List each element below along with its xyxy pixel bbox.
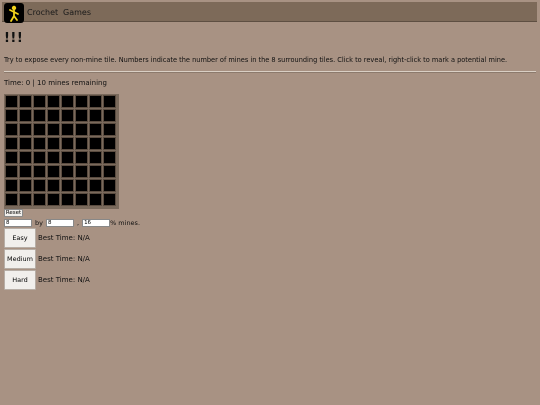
board-tile[interactable] bbox=[33, 109, 46, 122]
board-tile[interactable] bbox=[5, 95, 18, 108]
board-tile[interactable] bbox=[33, 95, 46, 108]
divider bbox=[4, 71, 536, 73]
board-tile[interactable] bbox=[89, 165, 102, 178]
board-tile[interactable] bbox=[75, 193, 88, 206]
board-tile[interactable] bbox=[75, 109, 88, 122]
board-tile[interactable] bbox=[89, 151, 102, 164]
nav-link-games[interactable]: Games bbox=[63, 8, 91, 17]
board-tile[interactable] bbox=[5, 179, 18, 192]
board-tile[interactable] bbox=[61, 151, 74, 164]
board-tile[interactable] bbox=[103, 109, 116, 122]
nav-link-crochet[interactable]: Crochet bbox=[27, 8, 58, 17]
by-label: by bbox=[35, 218, 43, 227]
board-tile[interactable] bbox=[33, 193, 46, 206]
percent-mines-label: % mines. bbox=[110, 218, 141, 227]
board-tile[interactable] bbox=[61, 109, 74, 122]
board-tile[interactable] bbox=[5, 137, 18, 150]
board-tile[interactable] bbox=[47, 95, 60, 108]
board-tile[interactable] bbox=[33, 179, 46, 192]
board-tile[interactable] bbox=[47, 109, 60, 122]
board-tile[interactable] bbox=[75, 151, 88, 164]
board-tile[interactable] bbox=[89, 123, 102, 136]
board-tile[interactable] bbox=[89, 137, 102, 150]
medium-button[interactable]: Medium bbox=[4, 249, 36, 269]
medium-best-time: Best Time: N/A bbox=[38, 255, 90, 263]
board-tile[interactable] bbox=[75, 137, 88, 150]
time-value: 0 bbox=[25, 79, 31, 87]
board-tile[interactable] bbox=[19, 151, 32, 164]
level-row-easy: Easy Best Time: N/A bbox=[4, 228, 90, 248]
board-tile[interactable] bbox=[61, 123, 74, 136]
board-tile[interactable] bbox=[75, 179, 88, 192]
board-tile[interactable] bbox=[19, 179, 32, 192]
board-tile[interactable] bbox=[61, 165, 74, 178]
mine-percent-input[interactable] bbox=[82, 218, 111, 227]
board-tile[interactable] bbox=[61, 95, 74, 108]
minesweeper-board bbox=[4, 94, 119, 209]
board-tile[interactable] bbox=[103, 179, 116, 192]
mines-remaining-label: mines remaining bbox=[48, 79, 107, 87]
board-tile[interactable] bbox=[89, 193, 102, 206]
board-tile[interactable] bbox=[103, 95, 116, 108]
board-tile[interactable] bbox=[19, 165, 32, 178]
board-tile[interactable] bbox=[75, 165, 88, 178]
hard-button[interactable]: Hard bbox=[4, 270, 36, 290]
status-separator: | bbox=[32, 79, 35, 87]
time-label: Time: bbox=[4, 79, 24, 87]
board-tile[interactable] bbox=[89, 95, 102, 108]
figure-logo-icon[interactable] bbox=[4, 3, 24, 23]
board-tile[interactable] bbox=[5, 109, 18, 122]
top-navbar: Crochet Games bbox=[2, 2, 537, 23]
page-title: !!! bbox=[4, 31, 24, 46]
board-tile[interactable] bbox=[47, 151, 60, 164]
board-tile[interactable] bbox=[47, 137, 60, 150]
board-tile[interactable] bbox=[19, 137, 32, 150]
board-tile[interactable] bbox=[47, 193, 60, 206]
board-tile[interactable] bbox=[103, 151, 116, 164]
board-tile[interactable] bbox=[75, 95, 88, 108]
board-config: by , % mines. bbox=[4, 218, 140, 227]
board-tile[interactable] bbox=[103, 193, 116, 206]
board-tile[interactable] bbox=[89, 179, 102, 192]
board-tile[interactable] bbox=[61, 179, 74, 192]
board-tile[interactable] bbox=[47, 165, 60, 178]
mines-remaining-count: 10 bbox=[37, 79, 46, 87]
level-row-hard: Hard Best Time: N/A bbox=[4, 270, 90, 290]
board-tile[interactable] bbox=[5, 193, 18, 206]
game-status: Time: 0 | 10 mines remaining bbox=[4, 79, 107, 87]
board-tile[interactable] bbox=[75, 123, 88, 136]
board-height-input[interactable] bbox=[45, 218, 74, 227]
board-tile[interactable] bbox=[5, 123, 18, 136]
board-tile[interactable] bbox=[33, 165, 46, 178]
board-tile[interactable] bbox=[103, 165, 116, 178]
board-tile[interactable] bbox=[47, 179, 60, 192]
board-tile[interactable] bbox=[33, 151, 46, 164]
board-tile[interactable] bbox=[19, 95, 32, 108]
board-tile[interactable] bbox=[89, 109, 102, 122]
board-tile[interactable] bbox=[103, 137, 116, 150]
comma-label: , bbox=[76, 218, 80, 227]
board-tile[interactable] bbox=[19, 109, 32, 122]
board-tile[interactable] bbox=[103, 123, 116, 136]
reset-button[interactable]: Reset bbox=[4, 209, 23, 217]
board-tile[interactable] bbox=[33, 123, 46, 136]
board-tile[interactable] bbox=[47, 123, 60, 136]
board-tile[interactable] bbox=[33, 137, 46, 150]
game-instructions: Try to expose every non-mine tile. Numbe… bbox=[4, 56, 508, 64]
easy-best-time: Best Time: N/A bbox=[38, 234, 90, 242]
hard-best-time: Best Time: N/A bbox=[38, 276, 90, 284]
board-tile[interactable] bbox=[19, 193, 32, 206]
board-tile[interactable] bbox=[19, 123, 32, 136]
board-tile[interactable] bbox=[5, 165, 18, 178]
level-row-medium: Medium Best Time: N/A bbox=[4, 249, 90, 269]
board-tile[interactable] bbox=[61, 193, 74, 206]
board-tile[interactable] bbox=[5, 151, 18, 164]
easy-button[interactable]: Easy bbox=[4, 228, 36, 248]
board-width-input[interactable] bbox=[4, 218, 32, 227]
board-tile[interactable] bbox=[61, 137, 74, 150]
